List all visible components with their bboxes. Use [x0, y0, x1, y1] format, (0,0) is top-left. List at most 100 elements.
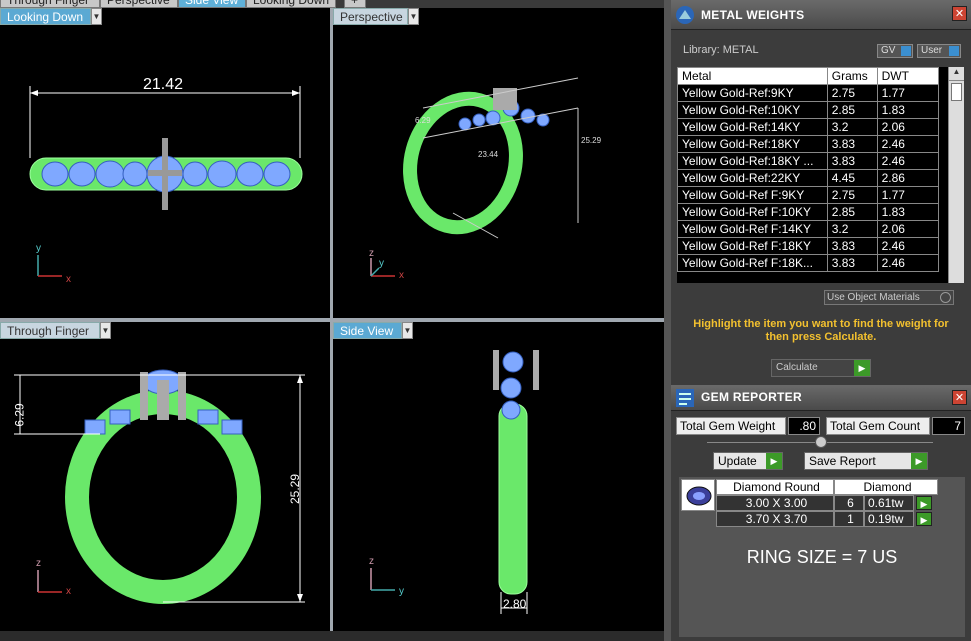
metal-cell: Yellow Gold-Ref F:9KY — [677, 186, 828, 204]
axis-label-x: x — [66, 274, 71, 285]
metal-cell: Yellow Gold-Ref:9KY — [677, 84, 828, 102]
grams-cell: 2.75 — [826, 186, 878, 204]
table-row[interactable]: Yellow Gold-Ref F:18KY 3.83 2.46 — [677, 237, 940, 255]
viewport-menu-icon[interactable]: ▼ — [402, 322, 413, 339]
gem-list-area: Diamond Round Diamond 3.00 X 3.00 6 0.61tw… — [679, 477, 965, 637]
metal-cell: Yellow Gold-Ref:18KY — [677, 135, 828, 153]
table-row[interactable]: Yellow Gold-Ref F:10KY 2.85 1.83 — [677, 203, 940, 221]
user-label: User — [921, 45, 943, 56]
ring-size-label: RING SIZE = 7 US — [746, 547, 898, 567]
user-toggle[interactable]: User — [917, 44, 961, 58]
report-icon — [675, 388, 695, 408]
scroll-thumb[interactable] — [951, 83, 962, 101]
axis-label-y: y — [36, 243, 41, 254]
table-row[interactable]: Yellow Gold-Ref:18KY ... 3.83 2.46 — [677, 152, 940, 170]
use-object-materials-label: Use Object Materials — [827, 292, 920, 303]
scale-icon — [675, 5, 695, 25]
column-header-dwt[interactable]: DWT — [876, 67, 940, 85]
dwt-cell: 2.06 — [876, 118, 940, 136]
scroll-up-icon[interactable]: ▲ — [949, 67, 964, 81]
table-row[interactable]: Yellow Gold-Ref:10KY 2.85 1.83 — [677, 101, 940, 119]
metal-weights-panel: METAL WEIGHTS ✕ Library: METAL GV User M… — [671, 0, 971, 385]
grams-cell: 3.83 — [826, 254, 878, 272]
metal-table-container: Metal Grams DWT Yellow Gold-Ref:9KY 2.75 1… — [677, 67, 964, 283]
tab-side-view[interactable]: Side View — [178, 0, 246, 8]
gem-row-arrow-icon[interactable]: ▶ — [916, 496, 932, 510]
gv-toggle[interactable]: GV — [877, 44, 913, 58]
viewport-menu-icon[interactable]: ▼ — [91, 8, 102, 25]
use-object-materials-checkbox[interactable]: Use Object Materials — [824, 290, 954, 305]
play-arrow-icon: ▶ — [766, 453, 782, 469]
metal-weights-title: METAL WEIGHTS — [701, 8, 805, 22]
metal-cell: Yellow Gold-Ref F:18K... — [677, 254, 828, 272]
grams-cell: 2.85 — [826, 203, 878, 221]
table-row[interactable]: Yellow Gold-Ref F:18K... 3.83 2.46 — [677, 254, 940, 272]
through-finger-render — [14, 369, 305, 604]
grams-cell: 3.2 — [826, 220, 878, 238]
grams-cell: 3.2 — [826, 118, 878, 136]
gem-reporter-header: GEM REPORTER ✕ — [671, 385, 971, 411]
calculate-label: Calculate — [776, 362, 818, 373]
close-icon[interactable]: ✕ — [952, 390, 967, 405]
toggle-indicator-icon — [901, 46, 911, 56]
update-button[interactable]: Update ▶ — [713, 452, 783, 470]
viewport-menu-icon[interactable]: ▼ — [408, 8, 419, 25]
dwt-cell: 1.83 — [876, 101, 940, 119]
column-header-grams[interactable]: Grams — [826, 67, 878, 85]
total-gem-weight-label: Total Gem Weight — [676, 417, 786, 435]
table-scrollbar[interactable]: ▲ — [948, 67, 964, 283]
viewport-looking-down[interactable]: Looking Down ▼ 21.42 y x — [0, 8, 330, 318]
dwt-cell: 1.77 — [876, 84, 940, 102]
table-row[interactable]: Yellow Gold-Ref:14KY 3.2 2.06 — [677, 118, 940, 136]
viewport-divider-horizontal[interactable] — [0, 318, 664, 322]
viewport-side-view[interactable]: Side View ▼ 2.80 z y — [333, 322, 664, 631]
tab-through-finger[interactable]: Through Finger — [0, 0, 100, 8]
slider-thumb[interactable] — [815, 436, 827, 448]
ring-height-dimension: 25.29 — [288, 473, 303, 505]
dwt-cell: 1.83 — [876, 203, 940, 221]
table-row[interactable]: Yellow Gold-Ref F:9KY 2.75 1.77 — [677, 186, 940, 204]
grams-cell: 4.45 — [826, 169, 878, 187]
viewport-label-side-view[interactable]: Side View — [333, 322, 402, 339]
calculate-button[interactable]: Calculate ▶ — [771, 359, 871, 377]
perspective-dim-width: 23.44 — [478, 150, 499, 159]
dwt-cell: 2.46 — [876, 237, 940, 255]
table-row[interactable]: Yellow Gold-Ref F:14KY 3.2 2.06 — [677, 220, 940, 238]
dwt-cell: 2.06 — [876, 220, 940, 238]
viewport-menu-icon[interactable]: ▼ — [100, 322, 111, 339]
save-report-button[interactable]: Save Report ▶ — [804, 452, 928, 470]
table-row[interactable]: Yellow Gold-Ref:22KY 4.45 2.86 — [677, 169, 940, 187]
save-report-label: Save Report — [809, 454, 876, 468]
play-arrow-icon: ▶ — [911, 453, 927, 469]
table-row[interactable]: Yellow Gold-Ref:9KY 2.75 1.77 — [677, 84, 940, 102]
tab-looking-down[interactable]: Looking Down — [246, 0, 336, 8]
viewport-label-perspective[interactable]: Perspective — [333, 8, 408, 25]
prong-height-dimension: 6.29 — [12, 403, 27, 427]
axis-label-z: z — [369, 556, 374, 567]
library-label: Library: METAL — [683, 44, 759, 56]
tab-perspective[interactable]: Perspective — [100, 0, 178, 8]
column-header-metal[interactable]: Metal — [677, 67, 828, 85]
add-tab-button[interactable]: + — [344, 0, 366, 8]
diamond-round-icon — [681, 479, 715, 511]
viewport-perspective[interactable]: Perspective ▼ 6.29 25.29 23.44 z x y — [333, 8, 664, 318]
viewport-through-finger[interactable]: Through Finger ▼ 6.29 25.29 z x — [0, 322, 330, 631]
viewport-label-through-finger[interactable]: Through Finger — [0, 322, 100, 339]
axis-label-z: z — [369, 248, 374, 259]
grams-cell: 3.83 — [826, 152, 878, 170]
metal-cell: Yellow Gold-Ref:22KY — [677, 169, 828, 187]
calculate-hint: Highlight the item you want to find the … — [693, 318, 949, 343]
viewport-label-looking-down[interactable]: Looking Down — [0, 8, 91, 25]
dwt-cell: 2.46 — [876, 135, 940, 153]
width-dimension: 21.42 — [143, 76, 184, 93]
close-icon[interactable]: ✕ — [952, 6, 967, 21]
grams-cell: 3.83 — [826, 135, 878, 153]
metal-table-body: Yellow Gold-Ref:9KY 2.75 1.77 Yellow Gold-R… — [677, 84, 940, 272]
gem-row-arrow-icon[interactable]: ▶ — [916, 512, 932, 526]
gem-reporter-panel: GEM REPORTER ✕ Total Gem Weight .80 Tota… — [671, 385, 971, 641]
metal-cell: Yellow Gold-Ref:10KY — [677, 101, 828, 119]
table-row[interactable]: Yellow Gold-Ref:18KY 3.83 2.46 — [677, 135, 940, 153]
panel-splitter[interactable] — [664, 0, 671, 641]
total-gem-count-value: 7 — [932, 417, 965, 435]
grams-cell: 2.85 — [826, 101, 878, 119]
